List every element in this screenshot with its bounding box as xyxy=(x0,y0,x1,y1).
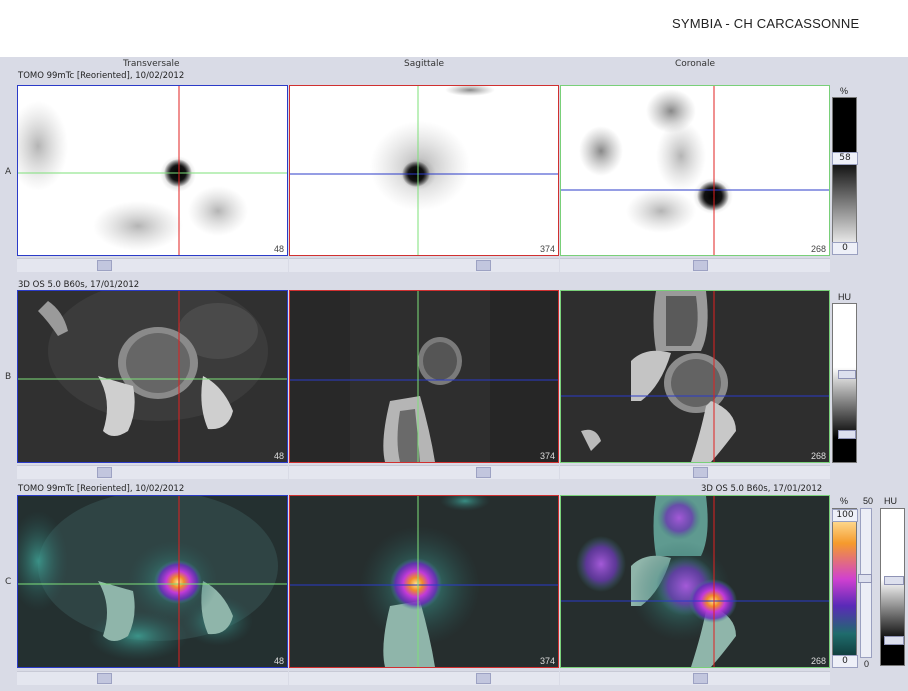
viewport-a-sagittal[interactable]: 374 xyxy=(289,85,559,256)
column-header-coronal: Coronale xyxy=(675,59,716,69)
viewport-b-transversal[interactable]: 48 xyxy=(17,290,288,463)
row-label-b: B xyxy=(5,372,12,382)
viewport-b-coronal[interactable]: 268 xyxy=(560,290,830,463)
ct-window-lower-handle[interactable] xyxy=(884,636,904,645)
scale-a-max-value[interactable]: 58 xyxy=(832,152,858,165)
scale-c-unit-percent: % xyxy=(840,496,849,506)
scroll-thumb[interactable] xyxy=(476,467,491,478)
series-label-row-a: TOMO 99mTc [Reoriented], 10/02/2012 xyxy=(18,71,185,81)
column-header-sagittal: Sagittale xyxy=(404,59,445,69)
viewport-c-transversal[interactable]: 48 xyxy=(17,495,288,668)
window-level-lower-handle[interactable] xyxy=(838,430,856,439)
grayscale-colorbar-b xyxy=(832,303,857,463)
scrollbar-c-transversal[interactable] xyxy=(17,671,288,685)
scroll-thumb[interactable] xyxy=(693,467,708,478)
column-header-transversal: Transversale xyxy=(123,59,180,69)
scrollbar-a-sagittal[interactable] xyxy=(289,258,559,272)
scroll-thumb[interactable] xyxy=(97,467,112,478)
color-colorbar-c xyxy=(832,508,857,666)
series-label-row-c: TOMO 99mTc [Reoriented], 10/02/2012 xyxy=(18,484,185,494)
blend-slider-handle[interactable] xyxy=(858,574,872,583)
scrollbar-c-coronal[interactable] xyxy=(560,671,830,685)
scrollbar-b-sagittal[interactable] xyxy=(289,465,559,479)
viewport-a-transversal[interactable]: 48 xyxy=(17,85,288,256)
scroll-thumb[interactable] xyxy=(693,673,708,684)
report-header: SYMBIA - CH CARCASSONNE xyxy=(0,0,908,57)
scroll-thumb[interactable] xyxy=(693,260,708,271)
viewport-a-coronal[interactable]: 268 xyxy=(560,85,830,256)
viewport-c-coronal[interactable]: 268 xyxy=(560,495,830,668)
grayscale-colorbar-a xyxy=(832,97,857,252)
row-label-c: C xyxy=(5,577,12,587)
scrollbar-c-sagittal[interactable] xyxy=(289,671,559,685)
window-level-upper-handle[interactable] xyxy=(838,370,856,379)
hospital-title: SYMBIA - CH CARCASSONNE xyxy=(672,16,860,31)
blend-min-label: 0 xyxy=(864,659,870,669)
scroll-thumb[interactable] xyxy=(476,260,491,271)
slice-number: 48 xyxy=(273,656,284,666)
scrollbar-b-transversal[interactable] xyxy=(17,465,288,479)
scale-c-min-value[interactable]: 0 xyxy=(832,655,858,668)
series-label-row-c-right: 3D OS 5.0 B60s, 17/01/2012 xyxy=(701,484,823,494)
scrollbar-a-transversal[interactable] xyxy=(17,258,288,272)
slice-number: 374 xyxy=(539,451,555,461)
scale-c-max-value[interactable]: 100 xyxy=(832,509,858,522)
scale-a-unit: % xyxy=(840,86,849,96)
scale-b-unit: HU xyxy=(838,292,851,302)
scale-c-mid-value: 50 xyxy=(863,496,874,506)
viewport-c-sagittal[interactable]: 374 xyxy=(289,495,559,668)
slice-number: 374 xyxy=(539,244,555,254)
slice-number: 268 xyxy=(810,656,826,666)
slice-number: 48 xyxy=(273,244,284,254)
scroll-thumb[interactable] xyxy=(97,673,112,684)
slice-number: 268 xyxy=(810,451,826,461)
row-label-a: A xyxy=(5,167,12,177)
blend-slider-track[interactable] xyxy=(860,508,872,658)
ct-window-upper-handle[interactable] xyxy=(884,576,904,585)
scrollbar-b-coronal[interactable] xyxy=(560,465,830,479)
scale-a-min-value[interactable]: 0 xyxy=(832,242,858,255)
scrollbar-a-coronal[interactable] xyxy=(560,258,830,272)
viewport-b-sagittal[interactable]: 374 xyxy=(289,290,559,463)
slice-number: 374 xyxy=(539,656,555,666)
scroll-thumb[interactable] xyxy=(97,260,112,271)
slice-number: 268 xyxy=(810,244,826,254)
slice-number: 48 xyxy=(273,451,284,461)
scale-c-unit-hu: HU xyxy=(884,496,897,506)
series-label-row-b: 3D OS 5.0 B60s, 17/01/2012 xyxy=(18,280,140,290)
scroll-thumb[interactable] xyxy=(476,673,491,684)
